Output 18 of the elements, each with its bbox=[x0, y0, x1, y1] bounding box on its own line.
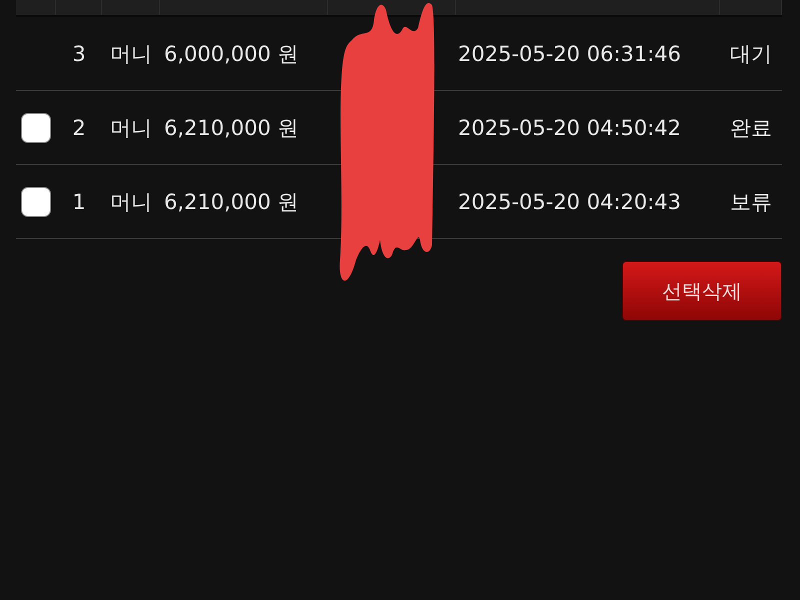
type-text: 머니 bbox=[110, 116, 152, 140]
row-checkbox[interactable] bbox=[21, 186, 51, 216]
amount-text: 6,210,000 원 bbox=[164, 116, 299, 140]
date-text: 2025-05-20 04:50:42 bbox=[458, 116, 682, 140]
status-text: 완료 bbox=[730, 116, 772, 140]
row-number: 3 bbox=[72, 42, 86, 66]
row-number: 2 bbox=[72, 116, 86, 140]
amount-text: 6,000,000 원 bbox=[164, 42, 299, 66]
status-text: 대기 bbox=[730, 42, 772, 66]
type-text: 머니 bbox=[110, 190, 152, 214]
status-text: 보류 bbox=[730, 190, 772, 214]
delete-selected-button[interactable]: 선택삭제 bbox=[622, 261, 782, 321]
amount-text: 6,210,000 원 bbox=[164, 190, 299, 214]
row-number: 1 bbox=[72, 190, 86, 214]
date-text: 2025-05-20 04:20:43 bbox=[458, 190, 682, 214]
type-text: 머니 bbox=[110, 42, 152, 66]
row-checkbox[interactable] bbox=[21, 112, 51, 142]
date-text: 2025-05-20 06:31:46 bbox=[458, 42, 682, 66]
